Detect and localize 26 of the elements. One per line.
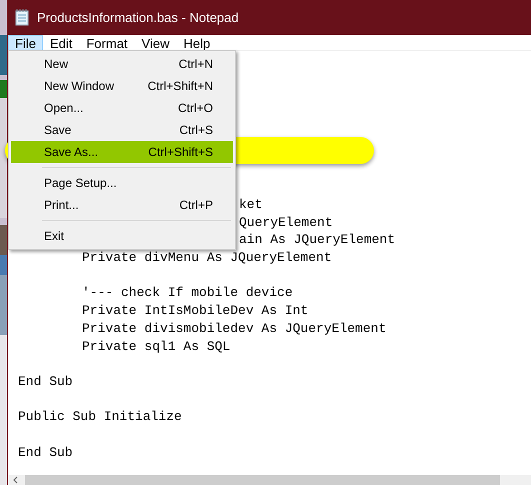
menu-entry[interactable]: Page Setup... <box>11 172 233 194</box>
code-line: Private IntIsMobileDev As Int <box>82 303 308 318</box>
menu-entry[interactable]: Print... Ctrl+P <box>11 194 233 216</box>
code-line: End Sub <box>18 444 73 460</box>
window-title: ProductsInformation.bas - Notepad <box>37 8 239 27</box>
menu-entry[interactable]: Save As... Ctrl+Shift+S <box>11 141 233 163</box>
menu-item[interactable]: File <box>8 34 43 50</box>
code-line: Private divismobiledev As JQueryElement <box>82 320 386 336</box>
menu-entry[interactable]: Exit <box>11 225 233 247</box>
menu-item[interactable]: View <box>134 34 176 50</box>
notepad-icon <box>14 9 30 26</box>
menu-entry[interactable]: Open... Ctrl+O <box>11 97 233 119</box>
menu-item[interactable]: Edit <box>42 34 80 50</box>
code-line: ain As JQueryElement <box>239 232 396 248</box>
code-line: End Sub <box>18 374 73 389</box>
menu-entry[interactable]: Save Ctrl+S <box>11 119 233 141</box>
code-line: Public Sub Initialize <box>18 409 182 424</box>
menu-entry[interactable]: New Ctrl+N <box>11 53 233 75</box>
menu-entry[interactable]: New Window Ctrl+Shift+N <box>11 75 233 97</box>
menu-item[interactable]: Help <box>176 34 218 50</box>
code-line: ket <box>239 197 262 212</box>
menu-item[interactable]: Format <box>79 34 135 50</box>
code-line: QueryElement <box>239 214 333 230</box>
code-line: Private divMenu As JQueryElement <box>82 250 332 266</box>
code-line: Private sql1 As SQL <box>82 338 230 354</box>
code-line: '--- check If mobile device <box>82 285 293 300</box>
